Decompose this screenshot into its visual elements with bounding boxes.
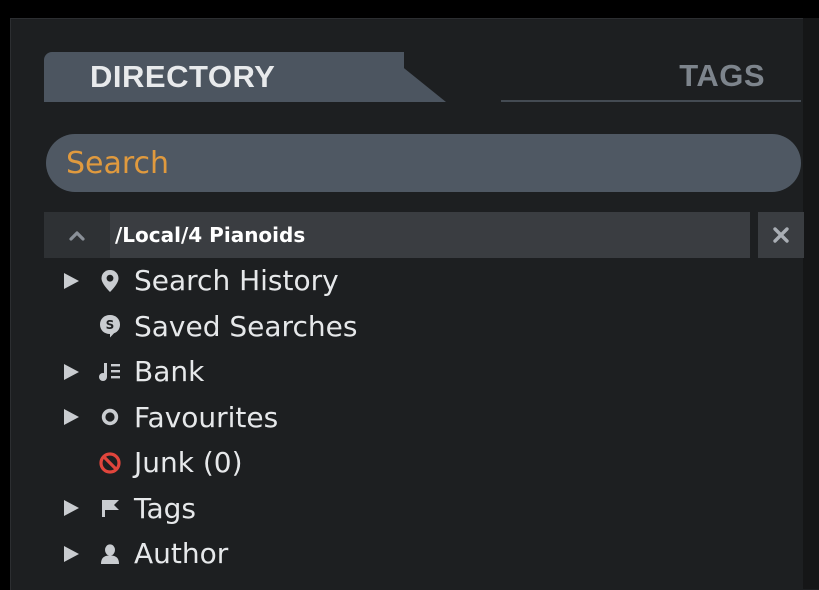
expand-arrow-icon[interactable] [62,497,84,519]
tree-item-search-history[interactable]: Search History [58,258,798,304]
clear-path-button[interactable] [758,212,804,258]
flag-icon [98,495,122,521]
tree-item-tags[interactable]: Tags [58,486,798,532]
tab-tags-label: TAGS [679,58,765,93]
junk-icon [98,450,122,476]
tab-directory-label: DIRECTORY [90,59,276,94]
directory-tree: Search History S Saved Searches Bank Fav… [58,258,798,577]
tab-directory[interactable]: DIRECTORY [44,52,404,102]
panel-edge [803,18,819,589]
tree-item-author[interactable]: Author [58,531,798,577]
tree-item-label: Junk (0) [134,446,243,480]
tree-item-label: Tags [134,491,196,525]
up-directory-button[interactable] [44,212,110,258]
tree-item-favourites[interactable]: Favourites [58,395,798,441]
person-icon [98,541,122,567]
search-input[interactable] [46,134,801,192]
svg-text:S: S [106,318,115,332]
tree-item-label: Bank [134,355,205,389]
saved-search-icon: S [98,313,122,339]
tree-item-junk[interactable]: Junk (0) [58,440,798,486]
tab-directory-slope [384,52,446,102]
bank-icon [98,359,122,385]
path-field[interactable]: /Local/4 Pianoids [110,212,750,258]
expand-arrow-icon[interactable] [62,406,84,428]
path-bar: /Local/4 Pianoids [44,212,804,258]
expand-arrow-icon[interactable] [62,361,84,383]
tree-item-label: Saved Searches [134,309,358,343]
chevron-up-icon [69,231,85,241]
location-pin-icon [98,268,122,294]
tree-item-label: Favourites [134,400,279,434]
expand-arrow-icon[interactable] [62,270,84,292]
tree-item-saved-searches[interactable]: S Saved Searches [58,304,798,350]
tree-item-label: Author [134,537,229,571]
tree-item-label: Search History [134,264,339,298]
tab-tags[interactable]: TAGS [501,52,801,102]
tab-bar: DIRECTORY TAGS [44,52,801,102]
expand-arrow-icon[interactable] [62,543,84,565]
tree-item-bank[interactable]: Bank [58,349,798,395]
favourite-circle-icon [98,404,122,430]
close-icon [773,227,789,243]
